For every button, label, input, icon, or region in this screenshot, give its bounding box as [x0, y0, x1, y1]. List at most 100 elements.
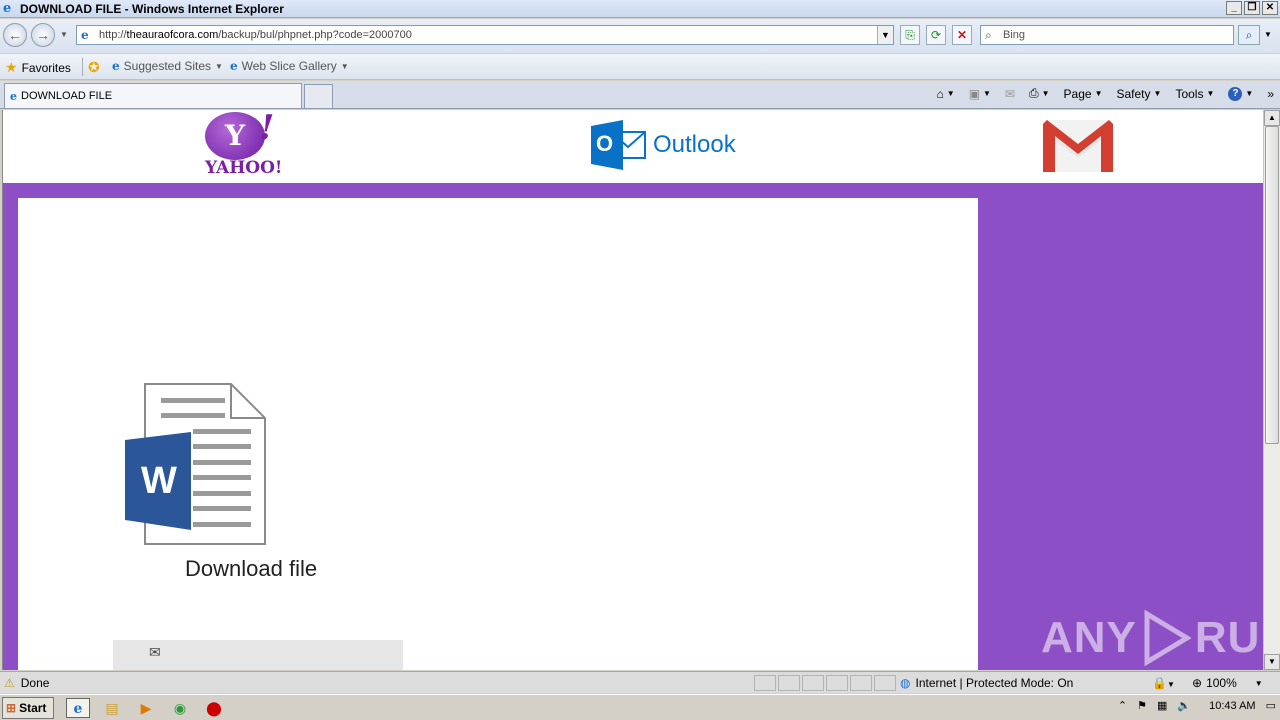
taskbar-explorer-button[interactable]: ▤	[100, 698, 124, 718]
page-menu[interactable]: Page ▼	[1064, 87, 1103, 101]
yahoo-logo[interactable]: Y ! YAHOO!	[201, 110, 291, 180]
taskbar: ⊞ Start e ▤ ▶ ◉ ⬤ ⌃ ⚑ ▦ 🔈 10:43 AM ▭	[0, 694, 1280, 720]
scroll-up-button[interactable]: ▲	[1264, 110, 1280, 126]
word-document-icon[interactable]: W	[123, 382, 273, 552]
web-slice-gallery-link[interactable]: e Web Slice Gallery ▼	[230, 59, 349, 73]
search-input[interactable]: ⌕ Bing	[980, 25, 1234, 45]
start-button[interactable]: ⊞ Start	[2, 697, 54, 719]
warning-icon: ⚠	[4, 676, 15, 690]
compatibility-view-button[interactable]: ⎘	[900, 25, 920, 45]
flag-icon[interactable]: ⚑	[1137, 699, 1147, 712]
divider	[82, 58, 83, 76]
status-pane	[850, 675, 872, 691]
protected-mode-button[interactable]: 🔒▼	[1152, 676, 1175, 690]
chevron-down-icon: ▼	[1166, 680, 1175, 689]
print-button[interactable]: ⎙ ▼	[1029, 86, 1050, 101]
mail-icon: ✉	[1004, 86, 1016, 101]
zoom-icon: ⊕	[1192, 676, 1203, 690]
outlook-letter: O	[596, 131, 614, 156]
gmail-logo[interactable]	[1041, 118, 1115, 174]
window-title: DOWNLOAD FILE - Windows Internet Explore…	[20, 1, 284, 16]
home-button[interactable]: ⌂ ▼	[937, 87, 955, 101]
taskbar-chrome-button[interactable]: ◉	[168, 698, 192, 718]
lock-icon: 🔒	[1152, 676, 1167, 690]
status-pane	[754, 675, 776, 691]
back-button[interactable]: ←	[3, 23, 27, 47]
web-slice-gallery-label: Web Slice Gallery	[241, 59, 337, 73]
chevron-right-icon: »	[1267, 86, 1274, 101]
volume-icon[interactable]: 🔈	[1177, 699, 1191, 712]
tools-menu[interactable]: Tools ▼	[1175, 87, 1214, 101]
favorites-button[interactable]: ★ Favorites	[5, 59, 71, 76]
status-text: Done	[20, 676, 50, 690]
page-icon: e	[81, 28, 89, 42]
yahoo-exclamation: !	[254, 110, 279, 148]
taskbar-opera-button[interactable]: ⬤	[202, 698, 226, 718]
safety-menu[interactable]: Safety ▼	[1117, 87, 1162, 101]
tab-download-file[interactable]: e DOWNLOAD FILE	[4, 83, 302, 108]
anyrun-watermark: ANY RUN	[1041, 610, 1263, 666]
download-file-link[interactable]: Download file	[185, 556, 317, 582]
search-button[interactable]: ⌕	[1238, 25, 1260, 45]
windows-logo-icon: ⊞	[6, 701, 17, 715]
chevron-down-icon: ▼	[1041, 89, 1050, 98]
search-placeholder: Bing	[1003, 29, 1026, 41]
suggested-sites-link[interactable]: e Suggested Sites ▼	[112, 59, 223, 73]
scroll-down-button[interactable]: ▼	[1264, 654, 1280, 670]
ie-page-icon: e	[230, 59, 238, 73]
taskbar-media-player-button[interactable]: ▶	[134, 698, 158, 718]
chevron-down-icon: ▼	[983, 89, 991, 98]
zoom-control[interactable]: ⊕ 100% ▼	[1192, 676, 1263, 690]
tray-expand-icon[interactable]: ⌃	[1118, 699, 1127, 712]
taskbar-ie-button[interactable]: e	[66, 698, 90, 718]
network-icon[interactable]: ▦	[1157, 699, 1167, 712]
close-button[interactable]: ✕	[1262, 1, 1278, 15]
show-desktop-icon[interactable]: ▭	[1266, 699, 1276, 712]
address-bar[interactable]: e http://theauraofcora.com/backup/bul/ph…	[76, 25, 894, 45]
address-dropdown-icon[interactable]: ▼	[877, 26, 893, 44]
help-menu[interactable]: ? ▼	[1228, 86, 1253, 101]
status-pane	[778, 675, 800, 691]
favorites-bar: ★ Favorites ✪ e Suggested Sites ▼ e Web …	[0, 54, 1280, 80]
new-tab-button[interactable]	[304, 84, 333, 108]
forward-button[interactable]: →	[31, 23, 55, 47]
more-commands-button[interactable]: »	[1267, 87, 1274, 101]
browser-window: e DOWNLOAD FILE - Windows Internet Explo…	[0, 0, 1280, 720]
zone-text: Internet | Protected Mode: On	[915, 676, 1074, 690]
system-tray: ⌃ ⚑ ▦ 🔈 10:43 AM ▭	[1118, 699, 1276, 713]
minimize-button[interactable]: _	[1226, 1, 1242, 15]
add-favorite-button[interactable]: ✪	[88, 59, 100, 76]
status-pane	[874, 675, 896, 691]
email-input[interactable]: ✉	[113, 640, 403, 670]
status-pane	[826, 675, 848, 691]
suggested-sites-label: Suggested Sites	[123, 59, 212, 73]
zoom-level: 100%	[1206, 676, 1237, 690]
start-label: Start	[19, 701, 47, 715]
scrollbar-thumb[interactable]	[1265, 126, 1279, 444]
chevron-down-icon: ▼	[1153, 89, 1162, 98]
vertical-scrollbar[interactable]: ▲ ▼	[1263, 110, 1280, 670]
outlook-icon: O	[589, 120, 649, 170]
read-mail-button[interactable]: ✉	[1005, 87, 1015, 101]
rss-icon: ▣	[968, 86, 981, 101]
stop-button[interactable]: ✕	[952, 25, 972, 45]
clock[interactable]: 10:43 AM	[1209, 700, 1255, 712]
tab-row: e DOWNLOAD FILE ⌂ ▼ ▣ ▼ ✉ ⎙ ▼ Page ▼ Safety ▼…	[0, 81, 1280, 109]
tab-title: DOWNLOAD FILE	[21, 90, 113, 102]
play-icon	[1144, 610, 1191, 666]
feeds-button[interactable]: ▣ ▼	[969, 87, 991, 101]
chevron-down-icon: ▼	[340, 61, 349, 71]
security-zone[interactable]: ◍ Internet | Protected Mode: On	[900, 676, 1073, 690]
restore-button[interactable]: ❐	[1244, 1, 1260, 15]
refresh-button[interactable]: ⟳	[926, 25, 946, 45]
watermark-right: RUN	[1194, 613, 1263, 662]
page-header: Y ! YAHOO! O Outlook	[3, 110, 1263, 183]
title-bar: e DOWNLOAD FILE - Windows Internet Explo…	[0, 0, 1280, 18]
tools-menu-label: Tools	[1175, 86, 1204, 101]
outlook-logo[interactable]: O Outlook	[589, 120, 736, 170]
globe-icon: ◍	[900, 676, 911, 690]
history-dropdown-icon[interactable]: ▼	[60, 30, 68, 39]
favorites-label: Favorites	[21, 60, 71, 75]
search-options-icon[interactable]: ▼	[1264, 30, 1272, 39]
watermark-left: ANY	[1041, 613, 1137, 662]
